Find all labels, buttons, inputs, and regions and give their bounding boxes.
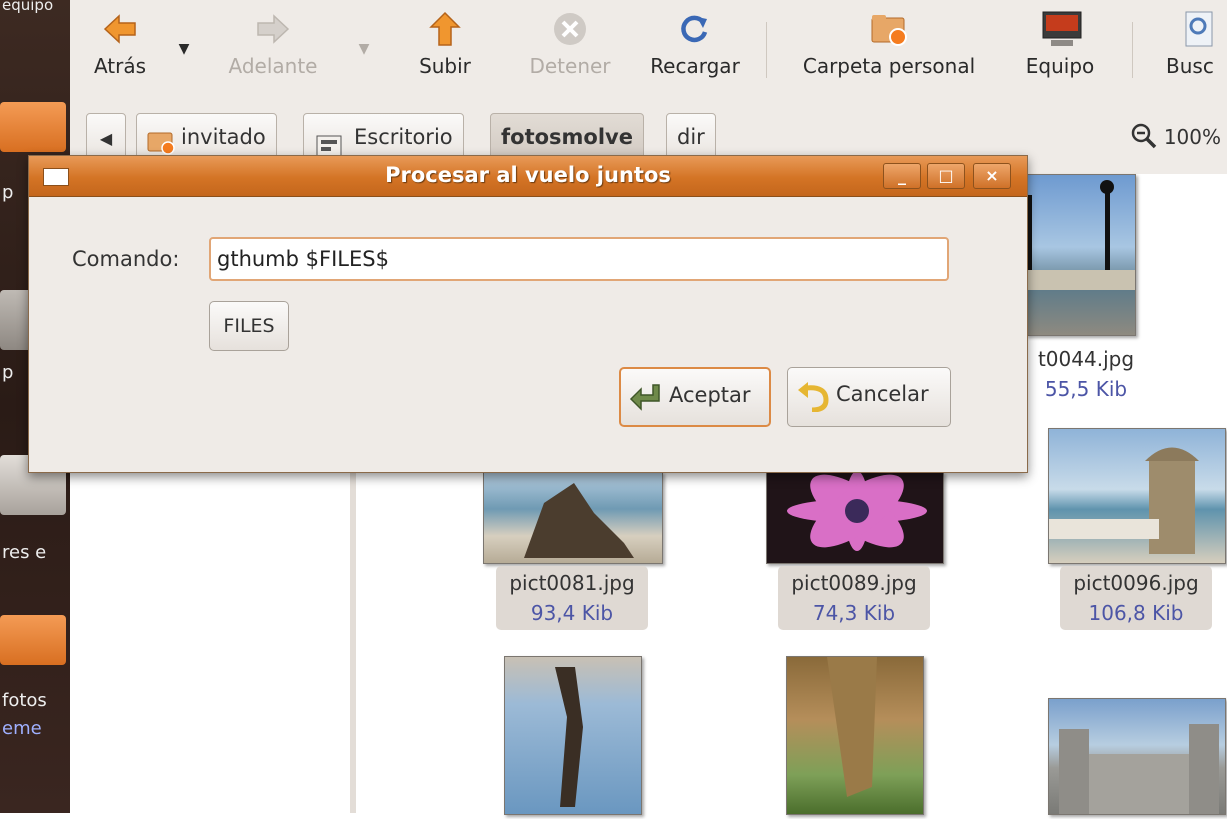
arrow-right-icon (254, 10, 292, 48)
process-dialog: Procesar al vuelo juntos _ □ × Comando: … (28, 155, 1028, 473)
desktop-icon-label: res e (2, 542, 47, 563)
breadcrumb-invitado[interactable]: invitado (136, 113, 277, 161)
up-button[interactable]: Subir (410, 10, 480, 78)
zoom-level: 100% (1163, 125, 1221, 149)
breadcrumb-fotosmolve[interactable]: fotosmolve (490, 113, 644, 161)
file-size: 106,8 Kib (1088, 601, 1184, 625)
toolbar-separator (1132, 22, 1133, 78)
home-button[interactable]: Carpeta personal (786, 10, 992, 78)
file-caption[interactable]: pict0089.jpg 74,3 Kib (778, 566, 930, 630)
file-thumbnail[interactable] (786, 656, 924, 815)
undo-arrow-icon (796, 382, 830, 413)
accept-arrow-icon (629, 383, 663, 413)
file-caption[interactable]: pict0096.jpg 106,8 Kib (1060, 566, 1212, 630)
file-thumbnail[interactable] (1048, 698, 1226, 815)
breadcrumb-label: fotosmolve (501, 125, 633, 149)
file-name: pict0096.jpg (1073, 571, 1199, 595)
dialog-title-bar[interactable]: Procesar al vuelo juntos _ □ × (29, 156, 1027, 197)
command-input[interactable] (209, 237, 949, 281)
command-label: Comando: (72, 247, 180, 271)
watchtower-image (1049, 447, 1199, 554)
folder-icon[interactable] (0, 102, 66, 152)
close-button[interactable]: × (973, 163, 1011, 189)
back-button[interactable]: Atrás (88, 10, 152, 78)
zoom-out-icon[interactable] (1131, 123, 1163, 149)
files-variable-button[interactable]: FILES (209, 301, 289, 351)
file-thumbnail[interactable] (766, 471, 944, 564)
breadcrumb-label: Escritorio (354, 125, 453, 149)
forward-label: Adelante (228, 54, 318, 78)
computer-label: Equipo (1025, 54, 1095, 78)
stop-icon (551, 10, 589, 48)
file-thumbnail[interactable] (1048, 428, 1226, 564)
maximize-button[interactable]: □ (927, 163, 965, 189)
dropdown-arrow-icon: ▼ (358, 41, 370, 57)
dialog-title: Procesar al vuelo juntos (385, 163, 671, 187)
path-scroll-left-button[interactable]: ◀ (86, 113, 126, 161)
search-label: Busc (1166, 54, 1214, 78)
file-name: pict0089.jpg (791, 571, 917, 595)
breadcrumb-label: dir (677, 125, 705, 149)
up-label: Subir (419, 54, 471, 78)
desktop-icon-label: equipo (2, 0, 54, 14)
home-folder-icon (870, 10, 908, 48)
files-button-label: FILES (223, 315, 275, 337)
breadcrumb-escritorio[interactable]: Escritorio (303, 113, 464, 161)
stop-button[interactable]: Detener (520, 10, 620, 78)
desktop-icon-label: p (2, 182, 14, 203)
file-size: 74,3 Kib (812, 601, 896, 625)
back-history-dropdown[interactable]: ▼ (174, 34, 194, 58)
arrow-up-icon (426, 10, 464, 48)
home-label: Carpeta personal (802, 54, 976, 78)
tree-image (555, 667, 583, 807)
breadcrumb-label: invitado (181, 125, 266, 149)
stop-label: Detener (529, 54, 611, 78)
search-icon (1180, 10, 1218, 48)
file-caption[interactable]: pict0081.jpg 93,4 Kib (496, 566, 648, 630)
forward-history-dropdown[interactable]: ▼ (354, 34, 374, 58)
desktop-icon-label: fotos (2, 690, 47, 711)
file-thumbnail[interactable] (504, 656, 642, 815)
breadcrumb-dir[interactable]: dir (666, 113, 716, 161)
accept-button[interactable]: Aceptar (619, 367, 771, 427)
dropdown-arrow-icon: ▼ (178, 41, 190, 57)
zoom-control[interactable]: 100% (1131, 123, 1221, 149)
flower-image (787, 471, 927, 551)
file-thumbnail[interactable] (1026, 174, 1136, 336)
reload-button[interactable]: Recargar (640, 10, 750, 78)
minimize-button[interactable]: _ (883, 163, 921, 189)
forward-button[interactable]: Adelante (218, 10, 328, 78)
sculpture-image (524, 483, 634, 558)
toolbar-separator (766, 22, 767, 78)
file-size: 93,4 Kib (530, 601, 614, 625)
reload-label: Recargar (650, 54, 740, 78)
desktop-icon-label: eme (2, 718, 42, 739)
toolbar: Atrás ▼ Adelante ▼ Subir Detener Recarga… (70, 0, 1227, 101)
accept-label: Aceptar (669, 383, 751, 407)
chevron-left-icon: ◀ (99, 129, 113, 148)
computer-icon (1041, 10, 1082, 48)
palm-image (827, 657, 877, 797)
lamppost-image (1027, 180, 1135, 290)
file-thumbnail[interactable] (483, 472, 663, 564)
cathedral-image (1059, 724, 1219, 814)
file-name: pict0081.jpg (509, 571, 635, 595)
computer-button[interactable]: Equipo (1020, 10, 1100, 78)
cancel-label: Cancelar (836, 382, 929, 406)
cancel-button[interactable]: Cancelar (787, 367, 951, 427)
folder-icon[interactable] (0, 615, 66, 665)
back-label: Atrás (93, 54, 147, 78)
search-button[interactable]: Busc (1166, 10, 1227, 78)
reload-icon (676, 10, 714, 48)
desktop-icon-label: p (2, 362, 14, 383)
arrow-left-icon (101, 10, 139, 48)
